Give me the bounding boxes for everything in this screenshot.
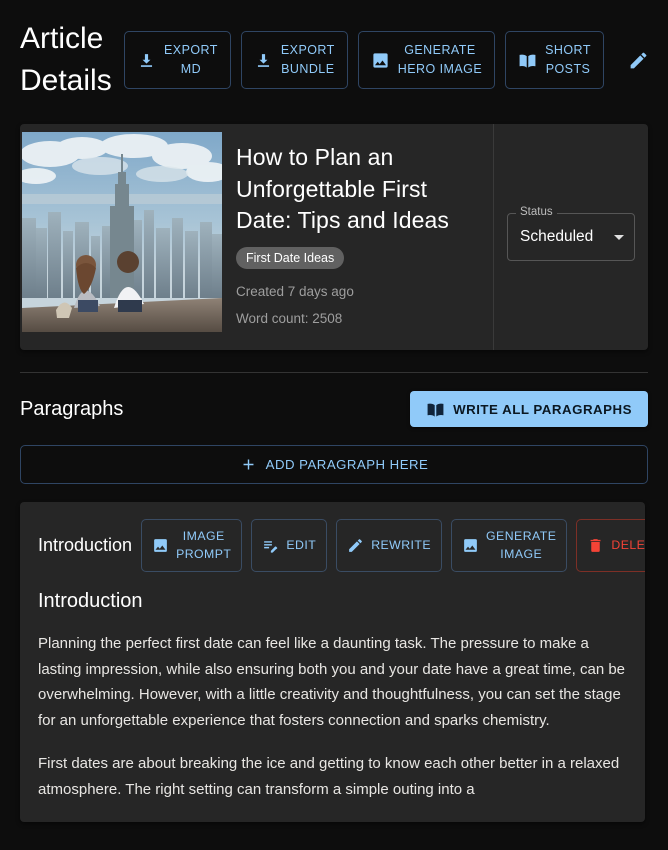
paragraph-text: Planning the perfect first date can feel…	[38, 635, 626, 729]
paragraphs-header: Paragraphs WRITE ALL PARAGRAPHS	[20, 391, 648, 427]
pencil-icon	[347, 537, 364, 554]
rewrite-paragraph-label: REWRITE	[371, 538, 432, 552]
add-paragraph-button[interactable]: ADD PARAGRAPH HERE	[20, 445, 648, 484]
article-summary-card: How to Plan an Unforgettable First Date:…	[20, 124, 648, 350]
export-md-label-2: MD	[180, 62, 202, 76]
write-all-paragraphs-button[interactable]: WRITE ALL PARAGRAPHS	[410, 391, 648, 427]
header-actions: EXPORT MD EXPORT BUNDLE GENERATE HERO IM…	[124, 31, 668, 89]
short-posts-button[interactable]: SHORT POSTS	[505, 31, 604, 89]
image-icon	[371, 51, 390, 70]
plus-icon	[240, 456, 257, 473]
image-prompt-label-1: IMAGE	[182, 529, 225, 543]
paragraphs-heading: Paragraphs	[20, 398, 124, 420]
edit-paragraph-label: EDIT	[286, 538, 317, 552]
image-prompt-label-2: PROMPT	[176, 547, 232, 561]
short-posts-label-1: SHORT	[545, 43, 591, 57]
image-icon	[152, 537, 169, 554]
paragraph-body-heading: Introduction	[38, 590, 143, 612]
chevron-down-icon	[614, 234, 624, 240]
delete-paragraph-label: DELETE	[611, 538, 645, 552]
rewrite-paragraph-button[interactable]: REWRITE	[336, 518, 443, 572]
export-bundle-button[interactable]: EXPORT BUNDLE	[240, 31, 348, 89]
image-prompt-button[interactable]: IMAGE PROMPT	[141, 518, 243, 572]
paragraph-toolbar: Introduction IMAGE PROMPT EDIT REWRITE G…	[20, 514, 645, 576]
export-bundle-label-1: EXPORT	[280, 43, 335, 57]
generate-image-label-1: GENERATE	[486, 529, 557, 543]
paragraph-name: Introduction	[38, 535, 133, 555]
write-all-paragraphs-label: WRITE ALL PARAGRAPHS	[453, 401, 632, 417]
hero-image	[22, 132, 222, 332]
menu-book-icon	[518, 51, 537, 70]
edit-note-icon	[262, 537, 279, 554]
article-details-page: Article Details EXPORT MD EXPORT BUNDLE	[0, 0, 668, 850]
paragraph-body: Introduction Planning the perfect first …	[20, 576, 645, 802]
add-paragraph-label: ADD PARAGRAPH HERE	[265, 457, 429, 472]
generate-image-button[interactable]: GENERATE IMAGE	[451, 518, 568, 572]
status-select[interactable]: Scheduled	[507, 213, 635, 261]
short-posts-label-2: POSTS	[545, 62, 591, 76]
edit-article-button[interactable]	[620, 41, 658, 79]
page-header: Article Details EXPORT MD EXPORT BUNDLE	[0, 0, 668, 116]
generate-hero-label-2: HERO IMAGE	[397, 62, 483, 76]
paragraph-card: Introduction IMAGE PROMPT EDIT REWRITE G…	[20, 502, 645, 822]
generate-image-label-2: IMAGE	[500, 547, 543, 561]
download-icon	[254, 51, 273, 70]
export-md-button[interactable]: EXPORT MD	[124, 31, 231, 89]
category-chip[interactable]: First Date Ideas	[236, 246, 345, 269]
paragraph-text: First dates are about breaking the ice a…	[38, 755, 620, 798]
section-divider	[20, 372, 648, 373]
word-count: Word count: 2508	[236, 310, 343, 326]
generate-hero-label-1: GENERATE	[404, 43, 476, 57]
export-md-label-1: EXPORT	[164, 43, 218, 57]
image-icon	[462, 537, 479, 554]
generate-hero-image-button[interactable]: GENERATE HERO IMAGE	[357, 31, 496, 89]
edit-paragraph-button[interactable]: EDIT	[251, 518, 328, 572]
download-icon	[137, 51, 156, 70]
article-title: How to Plan an Unforgettable First Date:…	[236, 144, 449, 233]
status-value: Scheduled	[520, 228, 594, 245]
hero-image-container	[20, 124, 222, 350]
status-label: Status	[516, 205, 557, 219]
export-bundle-label-2: BUNDLE	[281, 62, 335, 76]
menu-book-icon	[426, 400, 445, 419]
pencil-icon	[628, 50, 649, 71]
article-info: How to Plan an Unforgettable First Date:…	[222, 124, 493, 350]
trash-icon	[587, 537, 604, 554]
article-status-panel: Scheduled Status	[493, 124, 648, 350]
hero-image-illustration	[22, 132, 222, 332]
delete-paragraph-button[interactable]: DELETE	[576, 518, 645, 572]
status-select-wrapper: Scheduled Status	[507, 205, 635, 261]
page-title: Article Details	[20, 22, 112, 97]
created-date: Created 7 days ago	[236, 283, 354, 299]
